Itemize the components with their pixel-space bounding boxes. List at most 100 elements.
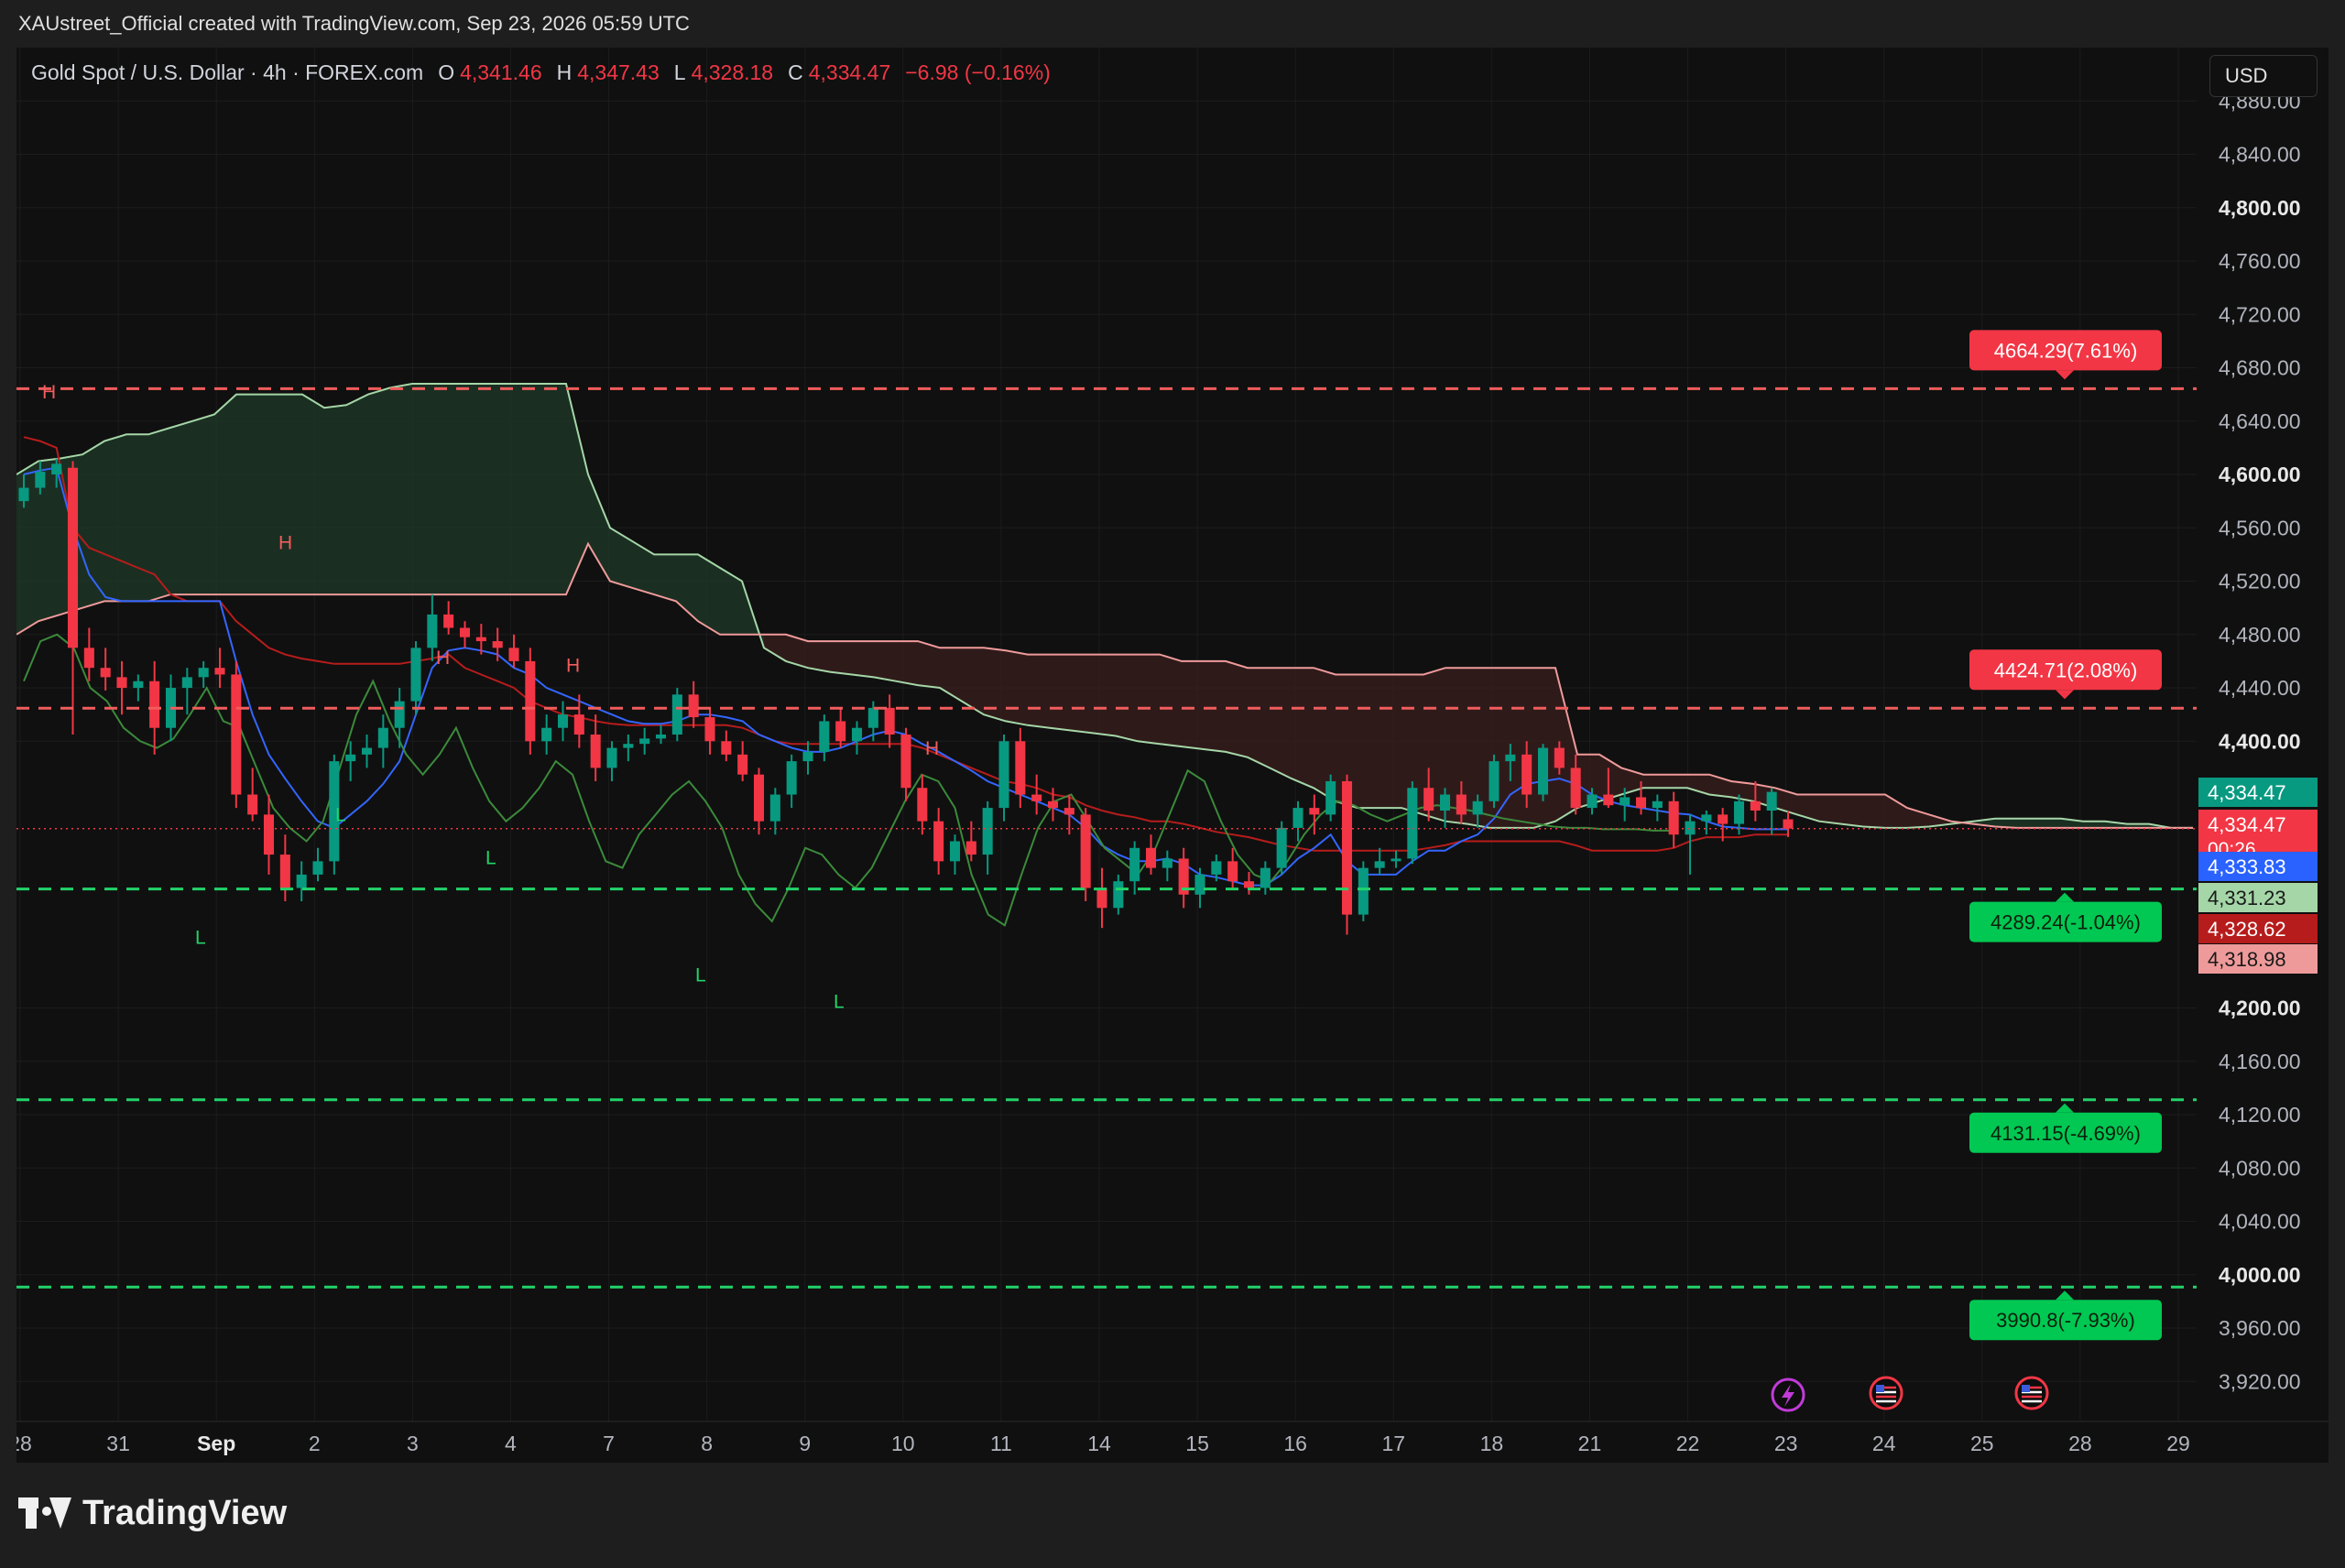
- candle-body[interactable]: [606, 747, 617, 768]
- candle-body[interactable]: [1456, 794, 1467, 815]
- candle-body[interactable]: [1439, 794, 1451, 811]
- candle-body[interactable]: [639, 738, 650, 745]
- candle-body[interactable]: [998, 741, 1009, 809]
- candle-body[interactable]: [1276, 827, 1287, 868]
- candle-body[interactable]: [1080, 814, 1091, 888]
- candle-body[interactable]: [508, 648, 519, 661]
- candle-body[interactable]: [410, 648, 421, 702]
- candle-body[interactable]: [867, 707, 878, 728]
- candle-body[interactable]: [933, 821, 944, 862]
- candle-body[interactable]: [786, 761, 797, 795]
- candle-body[interactable]: [1587, 794, 1598, 809]
- candle-body[interactable]: [623, 744, 634, 748]
- candle-body[interactable]: [247, 794, 258, 815]
- candle-body[interactable]: [590, 735, 601, 768]
- candle-body[interactable]: [1554, 747, 1565, 768]
- candle-body[interactable]: [1750, 800, 1761, 811]
- candle-body[interactable]: [100, 668, 111, 678]
- candle-body[interactable]: [917, 788, 928, 822]
- candle-body[interactable]: [965, 841, 976, 855]
- candle-body[interactable]: [1522, 754, 1532, 795]
- candle-body[interactable]: [1570, 768, 1581, 809]
- candle-body[interactable]: [721, 741, 732, 755]
- candle-body[interactable]: [1047, 800, 1059, 809]
- candle-body[interactable]: [1341, 780, 1353, 915]
- currency-button[interactable]: USD: [2209, 55, 2318, 97]
- candle-body[interactable]: [1292, 808, 1303, 828]
- candle-body[interactable]: [949, 841, 961, 862]
- candle-body[interactable]: [541, 727, 552, 742]
- candle-body[interactable]: [1537, 747, 1549, 795]
- candle-body[interactable]: [851, 727, 863, 742]
- candle-body[interactable]: [1260, 867, 1271, 888]
- candle-body[interactable]: [18, 487, 29, 502]
- candle-body[interactable]: [1063, 808, 1074, 815]
- candle-body[interactable]: [214, 668, 225, 675]
- candle-body[interactable]: [1733, 800, 1745, 824]
- candle-body[interactable]: [377, 727, 388, 748]
- candle-body[interactable]: [149, 681, 160, 728]
- candle-body[interactable]: [1783, 819, 1794, 829]
- candle-body[interactable]: [1309, 808, 1320, 815]
- candle-body[interactable]: [1472, 800, 1483, 815]
- candle-body[interactable]: [1718, 814, 1729, 824]
- candle-body[interactable]: [1685, 821, 1696, 835]
- candle-body[interactable]: [345, 754, 356, 762]
- candle-body[interactable]: [1031, 794, 1042, 801]
- candle-body[interactable]: [737, 754, 748, 775]
- candle-body[interactable]: [1358, 867, 1369, 915]
- candle-body[interactable]: [1113, 881, 1124, 909]
- candle-body[interactable]: [67, 467, 79, 648]
- chart-panel[interactable]: 4664.29(7.61%) 4424.71(2.08%) 4289.24(-1.0…: [16, 48, 2329, 1463]
- candle-body[interactable]: [1129, 847, 1140, 882]
- candle-body[interactable]: [35, 472, 46, 488]
- candle-body[interactable]: [1635, 797, 1647, 809]
- candle-body[interactable]: [361, 747, 373, 755]
- candle-body[interactable]: [655, 735, 667, 739]
- candle-body[interactable]: [982, 808, 993, 855]
- candle-body[interactable]: [1227, 861, 1238, 882]
- candle-body[interactable]: [753, 774, 765, 822]
- candle-body[interactable]: [312, 861, 323, 875]
- candle-body[interactable]: [51, 463, 62, 475]
- candle-body[interactable]: [1162, 858, 1172, 868]
- candle-body[interactable]: [133, 681, 144, 689]
- candle-body[interactable]: [1325, 780, 1336, 815]
- candle-body[interactable]: [835, 721, 846, 742]
- candle-body[interactable]: [443, 614, 454, 628]
- candle-body[interactable]: [231, 674, 242, 795]
- price-chart[interactable]: 4664.29(7.61%) 4424.71(2.08%) 4289.24(-1.0…: [16, 48, 2329, 1463]
- tradingview-logo[interactable]: TradingView: [18, 1494, 287, 1533]
- candle-body[interactable]: [900, 735, 911, 789]
- candle-body[interactable]: [394, 701, 405, 728]
- candle-body[interactable]: [1407, 788, 1418, 859]
- candle-body[interactable]: [459, 627, 471, 637]
- candle-body[interactable]: [769, 794, 780, 822]
- candle-body[interactable]: [819, 721, 830, 752]
- candle-body[interactable]: [116, 677, 127, 689]
- candle-body[interactable]: [181, 677, 192, 689]
- candle-body[interactable]: [1391, 858, 1402, 862]
- candle-body[interactable]: [1701, 814, 1712, 822]
- candle-body[interactable]: [83, 648, 94, 669]
- candle-body[interactable]: [525, 660, 536, 742]
- candle-body[interactable]: [1603, 794, 1614, 806]
- candle-body[interactable]: [1374, 861, 1385, 868]
- candle-body[interactable]: [1243, 881, 1255, 888]
- candle-body[interactable]: [1194, 874, 1205, 895]
- candle-body[interactable]: [1145, 847, 1157, 868]
- candle-body[interactable]: [573, 714, 584, 735]
- candle-body[interactable]: [704, 717, 715, 742]
- candle-body[interactable]: [1096, 887, 1107, 909]
- candle-body[interactable]: [279, 855, 290, 888]
- candle-body[interactable]: [475, 637, 486, 642]
- candle-body[interactable]: [492, 641, 503, 648]
- candle-body[interactable]: [1423, 788, 1434, 811]
- candle-body[interactable]: [427, 614, 438, 648]
- candle-body[interactable]: [1211, 861, 1222, 875]
- candle-body[interactable]: [671, 694, 682, 735]
- candle-body[interactable]: [688, 694, 699, 718]
- candle-body[interactable]: [884, 707, 895, 735]
- candle-body[interactable]: [1766, 791, 1777, 811]
- candle-body[interactable]: [296, 874, 307, 888]
